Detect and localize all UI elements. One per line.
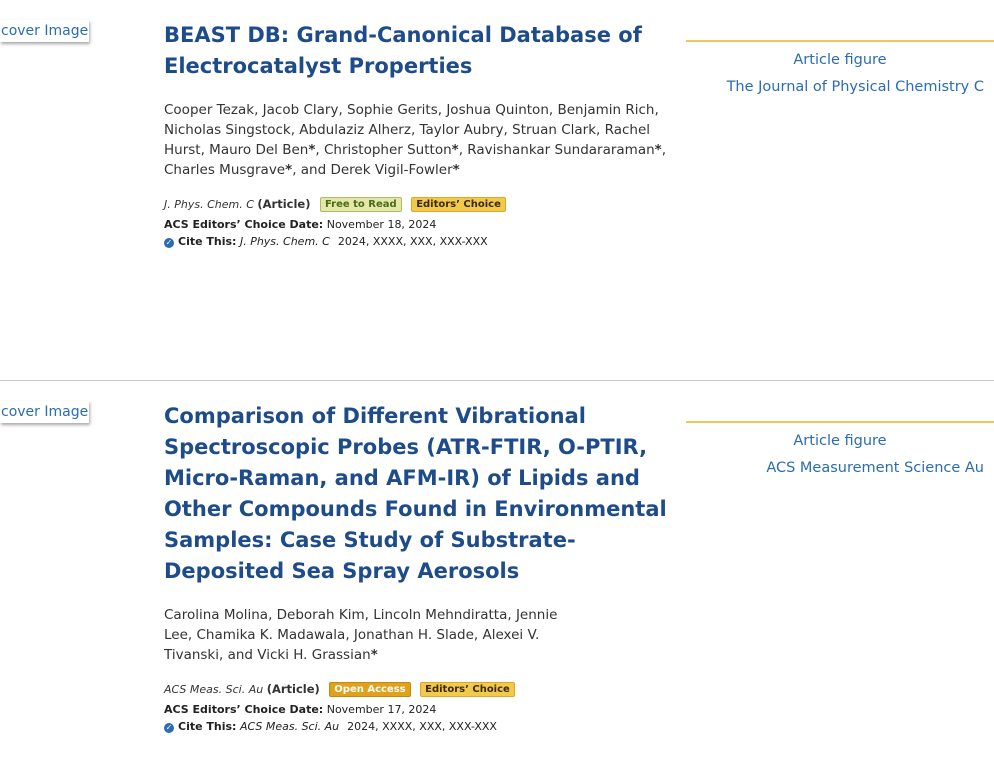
check-icon: ✓ [164,723,174,733]
editors-choice-date: ACS Editors’ Choice Date: November 17, 2… [164,703,437,716]
editors-choice-badge: Editors’ Choice [420,682,515,697]
editors-choice-date: ACS Editors’ Choice Date: November 18, 2… [164,218,437,231]
author-group: , Ravishankar Sundararaman* [458,142,662,158]
article-sidebar: Article figure ACS Measurement Science A… [686,421,994,476]
journal-cover-link[interactable]: The Journal of Physical Chemistry C [686,79,994,95]
article-meta: ACS Meas. Sci. Au (Article) Open Access … [164,681,669,698]
cite-this: ✓ Cite This: ACS Meas. Sci. Au 2024, XXXX,… [164,720,497,733]
article-figure[interactable]: Article figure [686,433,994,449]
access-badge: Free to Read [319,197,402,212]
divider [686,421,994,423]
article-type: (Article) [257,197,311,211]
article-type: (Article) [266,682,320,696]
article-figure[interactable]: Article figure [686,52,994,68]
article-meta: J. Phys. Chem. C (Article) Free to Read … [164,196,669,213]
author-group: Carolina Molina, Deborah Kim, Lincoln Me… [164,607,558,663]
article-card: cover Image BEAST DB: Grand-Canonical Da… [0,0,994,380]
article-title[interactable]: Comparison of Different Vibrational Spec… [164,401,669,587]
cite-this: ✓ Cite This: J. Phys. Chem. C 2024, XXXX, … [164,235,488,248]
cover-image[interactable]: cover Image [0,401,90,423]
access-badge: Open Access [329,682,411,697]
editors-choice-badge: Editors’ Choice [411,197,506,212]
article-content: Comparison of Different Vibrational Spec… [164,401,669,735]
author-group: , and Derek Vigil-Fowler* [292,162,460,178]
article-card: cover Image Comparison of Different Vibr… [0,380,994,762]
article-content: BEAST DB: Grand-Canonical Database of El… [164,20,669,250]
journal-cover-link[interactable]: ACS Measurement Science Au [686,460,994,476]
article-sidebar: Article figure The Journal of Physical C… [686,40,994,95]
author-group: , Christopher Sutton* [315,142,459,158]
check-icon: ✓ [164,238,174,248]
cover-image[interactable]: cover Image [0,20,90,42]
author-list: Carolina Molina, Deborah Kim, Lincoln Me… [164,605,574,665]
journal-name: J. Phys. Chem. C [164,198,254,211]
journal-name: ACS Meas. Sci. Au [164,683,264,696]
article-title[interactable]: BEAST DB: Grand-Canonical Database of El… [164,20,669,82]
author-list: Cooper Tezak, Jacob Clary, Sophie Gerits… [164,100,669,180]
divider [686,40,994,42]
